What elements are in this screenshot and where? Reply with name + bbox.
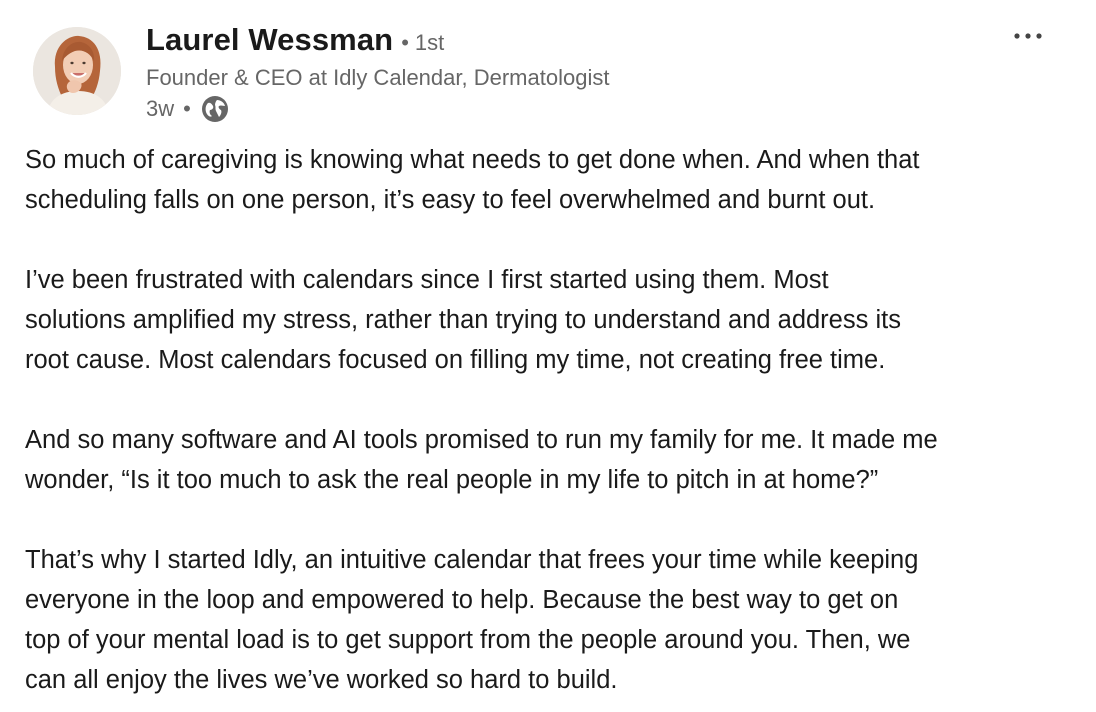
more-options-button[interactable] bbox=[1010, 18, 1046, 54]
post-text-line: root cause. Most calendars focused on fi… bbox=[25, 346, 886, 374]
author-meta: Laurel Wessman • 1st Founder & CEO at Id… bbox=[146, 22, 609, 125]
post-paragraph: That’s why I started Idly, an intuitive … bbox=[25, 540, 1085, 700]
post-header: Laurel Wessman • 1st Founder & CEO at Id… bbox=[0, 0, 1096, 135]
connection-degree: 1st bbox=[414, 30, 445, 55]
author-headline: Founder & CEO at Idly Calendar, Dermatol… bbox=[146, 65, 610, 90]
post-text-line: I’ve been frustrated with calendars sinc… bbox=[25, 266, 829, 294]
post-paragraph: I’ve been frustrated with calendars sinc… bbox=[25, 260, 1085, 380]
post-paragraph: And so many software and AI tools promis… bbox=[25, 420, 1085, 500]
author-name[interactable]: Laurel Wessman bbox=[146, 22, 393, 58]
post-paragraph: So much of caregiving is knowing what ne… bbox=[25, 140, 1085, 220]
post-age[interactable]: 3w bbox=[146, 96, 174, 122]
post-text-line: And so many software and AI tools promis… bbox=[25, 426, 938, 454]
post-text-line: everyone in the loop and empowered to he… bbox=[25, 586, 899, 614]
post-text-line: top of your mental load is to get suppor… bbox=[25, 626, 911, 654]
separator-dot: • bbox=[401, 30, 409, 55]
post-timestamp-row: 3w • bbox=[146, 93, 609, 125]
more-horizontal-icon bbox=[1014, 33, 1042, 39]
author-name-row: Laurel Wessman • 1st bbox=[146, 22, 609, 62]
post-text-line: That’s why I started Idly, an intuitive … bbox=[25, 546, 919, 574]
post-body: So much of caregiving is knowing what ne… bbox=[25, 140, 1085, 700]
globe-icon bbox=[200, 94, 230, 124]
avatar[interactable] bbox=[33, 27, 121, 115]
post-text-line: can all enjoy the lives we’ve worked so … bbox=[25, 666, 618, 694]
post-text-line: scheduling falls on one person, it’s eas… bbox=[25, 186, 876, 214]
avatar-photo bbox=[33, 27, 121, 115]
separator-dot: • bbox=[183, 96, 191, 121]
post-text-line: solutions amplified my stress, rather th… bbox=[25, 306, 901, 334]
post-text-line: So much of caregiving is knowing what ne… bbox=[25, 146, 920, 174]
post-text-line: wonder, “Is it too much to ask the real … bbox=[25, 466, 879, 494]
